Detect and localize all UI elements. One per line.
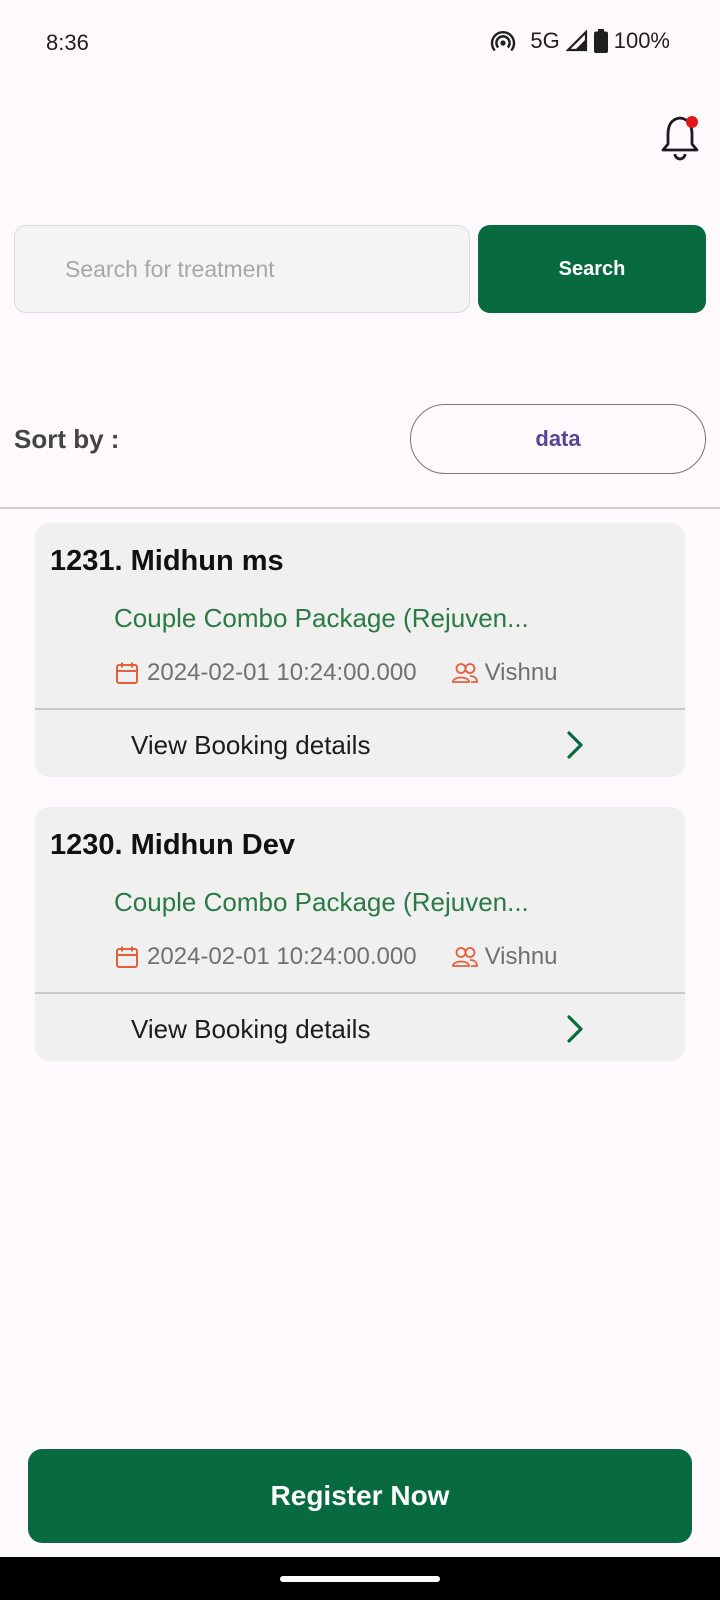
system-navigation-bar xyxy=(0,1557,720,1600)
hotspot-icon xyxy=(490,29,516,53)
booking-meta: 2024-02-01 10:24:00.000 Vishnu xyxy=(115,943,558,971)
calendar-icon xyxy=(115,661,139,685)
status-time: 8:36 xyxy=(46,30,89,55)
notification-button[interactable] xyxy=(658,112,706,162)
booking-title: 1230. Midhun Dev xyxy=(50,829,295,861)
calendar-icon xyxy=(115,945,139,969)
notification-dot xyxy=(686,116,698,128)
sort-label: Sort by : xyxy=(14,424,120,454)
search-input[interactable] xyxy=(14,225,470,313)
battery-icon xyxy=(593,29,608,53)
view-booking-details-label: View Booking details xyxy=(131,1014,371,1044)
booking-card: 1230. Midhun Dev Couple Combo Package (R… xyxy=(35,807,685,1061)
chevron-right-icon xyxy=(561,1014,589,1044)
network-type: 5G xyxy=(530,28,560,53)
bell-icon xyxy=(661,116,699,161)
booking-title: 1231. Midhun ms xyxy=(50,545,284,577)
booking-card: 1231. Midhun ms Couple Combo Package (Re… xyxy=(35,523,685,777)
people-icon xyxy=(451,662,479,684)
sort-dropdown-button[interactable]: data xyxy=(410,404,706,474)
section-divider xyxy=(0,507,720,509)
register-now-button[interactable]: Register Now xyxy=(28,1449,692,1543)
signal-icon xyxy=(565,30,588,52)
status-bar: 8:36 5G 100% xyxy=(0,0,720,86)
people-icon xyxy=(451,946,479,968)
view-booking-details-button[interactable]: View Booking details xyxy=(35,710,685,777)
booking-meta: 2024-02-01 10:24:00.000 Vishnu xyxy=(115,659,558,687)
view-booking-details-label: View Booking details xyxy=(131,730,371,760)
booking-date: 2024-02-01 10:24:00.000 xyxy=(147,943,417,970)
battery-level: 100% xyxy=(613,28,670,53)
view-booking-details-button[interactable]: View Booking details xyxy=(35,994,685,1061)
chevron-right-icon xyxy=(561,730,589,760)
booking-package: Couple Combo Package (Rejuven... xyxy=(114,603,529,633)
status-icons: 5G 100% xyxy=(490,28,670,54)
home-gesture-handle[interactable] xyxy=(280,1576,440,1582)
booking-staff: Vishnu xyxy=(484,943,558,970)
booking-staff: Vishnu xyxy=(484,659,558,686)
search-button[interactable]: Search xyxy=(478,225,706,313)
booking-package: Couple Combo Package (Rejuven... xyxy=(114,887,529,917)
booking-date: 2024-02-01 10:24:00.000 xyxy=(147,659,417,686)
